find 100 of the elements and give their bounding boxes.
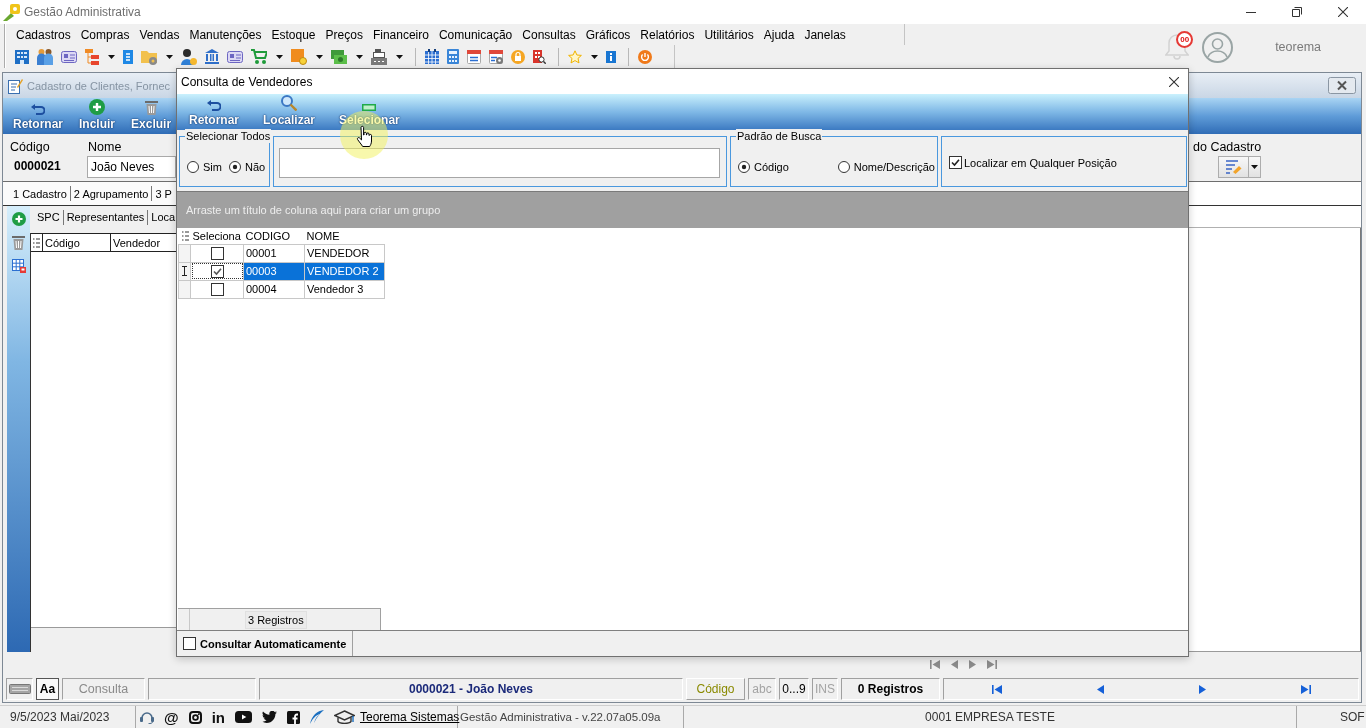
org-chart-icon[interactable] xyxy=(85,48,99,65)
website-link[interactable]: Teorema Sistemas xyxy=(360,710,460,724)
menu-item[interactable]: Relatórios xyxy=(635,27,700,42)
building-icon[interactable] xyxy=(15,49,29,64)
notification-bell-icon[interactable] xyxy=(1165,34,1190,60)
graduation-cap-icon[interactable] xyxy=(334,709,355,725)
caret-icon[interactable] xyxy=(276,54,283,59)
radio-button[interactable] xyxy=(228,161,241,173)
video-play-icon[interactable] xyxy=(235,711,252,723)
headset-icon[interactable] xyxy=(140,710,154,724)
menu-item[interactable]: Utilitários xyxy=(699,27,759,42)
folder-gear-icon[interactable] xyxy=(141,48,157,65)
column-chooser-icon[interactable] xyxy=(182,230,189,241)
menu-item[interactable]: Estoque xyxy=(266,27,321,42)
font-button[interactable]: Aa xyxy=(36,678,59,700)
tab[interactable]: Representantes xyxy=(66,211,145,223)
document-icon[interactable] xyxy=(123,49,133,64)
date-label: 9/5/2023 Mai/2023 xyxy=(10,710,110,724)
plus-icon xyxy=(89,99,105,115)
menu-item[interactable]: Manutenções xyxy=(184,27,267,42)
next-record-icon[interactable] xyxy=(1198,684,1206,694)
column-header[interactable]: CODIGO xyxy=(243,228,305,244)
tab[interactable]: 2 Agrupamento xyxy=(73,187,149,200)
last-record-icon[interactable] xyxy=(987,659,997,669)
star-icon[interactable] xyxy=(568,49,582,64)
previous-record-icon[interactable] xyxy=(951,659,958,669)
search-field[interactable] xyxy=(279,148,720,178)
caret-icon[interactable] xyxy=(591,54,598,59)
menu-item[interactable]: Compras xyxy=(75,27,135,42)
column-header[interactable]: NOME xyxy=(304,228,385,244)
toolbar-button[interactable]: Retornar xyxy=(11,104,65,134)
cash-register-icon[interactable] xyxy=(371,48,387,65)
radio-button[interactable] xyxy=(837,161,850,173)
menu-item[interactable]: Cadastros xyxy=(11,27,76,42)
next-record-icon[interactable] xyxy=(969,659,976,669)
close-icon[interactable] xyxy=(1338,7,1348,17)
power-icon[interactable] xyxy=(638,49,652,64)
social-link[interactable]: in xyxy=(211,709,225,725)
money-icon[interactable] xyxy=(331,49,347,64)
menu-item[interactable]: Preços xyxy=(320,27,368,42)
radio-button[interactable] xyxy=(187,161,199,173)
tab[interactable]: 3 P xyxy=(155,187,172,200)
trash-icon[interactable] xyxy=(12,235,25,250)
plus-icon[interactable] xyxy=(11,212,26,226)
grid-icon[interactable] xyxy=(11,259,26,273)
info-icon[interactable] xyxy=(606,50,616,63)
name-field[interactable]: João Neves xyxy=(87,156,176,178)
id-card-icon[interactable] xyxy=(227,50,243,63)
dropdown-button[interactable] xyxy=(1218,156,1261,178)
caret-icon[interactable] xyxy=(396,54,403,59)
checkbox[interactable] xyxy=(210,246,224,260)
tab[interactable]: SPC xyxy=(37,211,60,223)
menu-item[interactable]: Janelas xyxy=(799,27,851,42)
close-icon[interactable] xyxy=(1169,76,1179,87)
calendar-grid-icon[interactable] xyxy=(425,49,439,64)
camera-icon[interactable] xyxy=(188,710,202,724)
people-icon[interactable] xyxy=(37,48,53,65)
menu-item[interactable]: Vendas xyxy=(134,27,185,42)
menu-item[interactable]: Consultas xyxy=(517,27,581,42)
email-link[interactable]: @ xyxy=(164,709,179,725)
cart-icon[interactable] xyxy=(251,49,267,64)
caret-icon[interactable] xyxy=(166,54,173,59)
toolbar-button[interactable]: Incluir xyxy=(77,99,118,134)
checkbox[interactable] xyxy=(210,264,224,278)
minimize-icon[interactable] xyxy=(1246,11,1256,13)
bank-icon[interactable] xyxy=(205,49,219,64)
first-record-icon[interactable] xyxy=(991,684,1002,694)
previous-record-icon[interactable] xyxy=(1096,684,1104,694)
social-icon[interactable] xyxy=(287,710,300,724)
tab[interactable]: 1 Cadastro xyxy=(13,187,67,200)
menu-item[interactable]: Financeiro xyxy=(367,27,434,42)
checkbox[interactable] xyxy=(183,637,196,650)
menu-item[interactable]: Comunicação xyxy=(433,27,518,42)
toolbar-button[interactable]: Excluir xyxy=(129,100,174,134)
caret-icon[interactable] xyxy=(356,54,363,59)
building-search-icon[interactable] xyxy=(533,49,546,64)
tab[interactable]: Loca xyxy=(151,211,176,223)
keyboard-icon[interactable] xyxy=(8,684,31,694)
swoosh-icon[interactable] xyxy=(310,710,324,724)
calculator-icon[interactable] xyxy=(447,49,459,64)
column-header[interactable]: Seleciona xyxy=(190,228,244,244)
caret-icon[interactable] xyxy=(108,54,115,59)
trash-icon xyxy=(144,100,158,115)
calendar-gear-icon[interactable] xyxy=(489,49,503,64)
caret-icon[interactable] xyxy=(316,54,323,59)
restore-icon[interactable] xyxy=(1292,7,1302,17)
radio-button[interactable] xyxy=(738,161,750,173)
person-coin-icon[interactable] xyxy=(181,48,197,65)
bird-icon[interactable] xyxy=(262,711,277,723)
close-icon[interactable] xyxy=(1328,77,1356,94)
checkbox[interactable] xyxy=(210,282,224,296)
calendar-icon[interactable] xyxy=(467,49,481,64)
notification-count: 00 xyxy=(1176,31,1194,48)
last-record-icon[interactable] xyxy=(1300,684,1311,694)
menu-item[interactable]: Gráficos xyxy=(580,27,636,42)
column-chooser-icon[interactable] xyxy=(33,237,40,248)
first-record-icon[interactable] xyxy=(930,659,940,669)
checkbox[interactable] xyxy=(949,156,962,169)
id-card-icon[interactable] xyxy=(61,50,77,63)
menu-item[interactable]: Ajuda xyxy=(758,27,800,42)
